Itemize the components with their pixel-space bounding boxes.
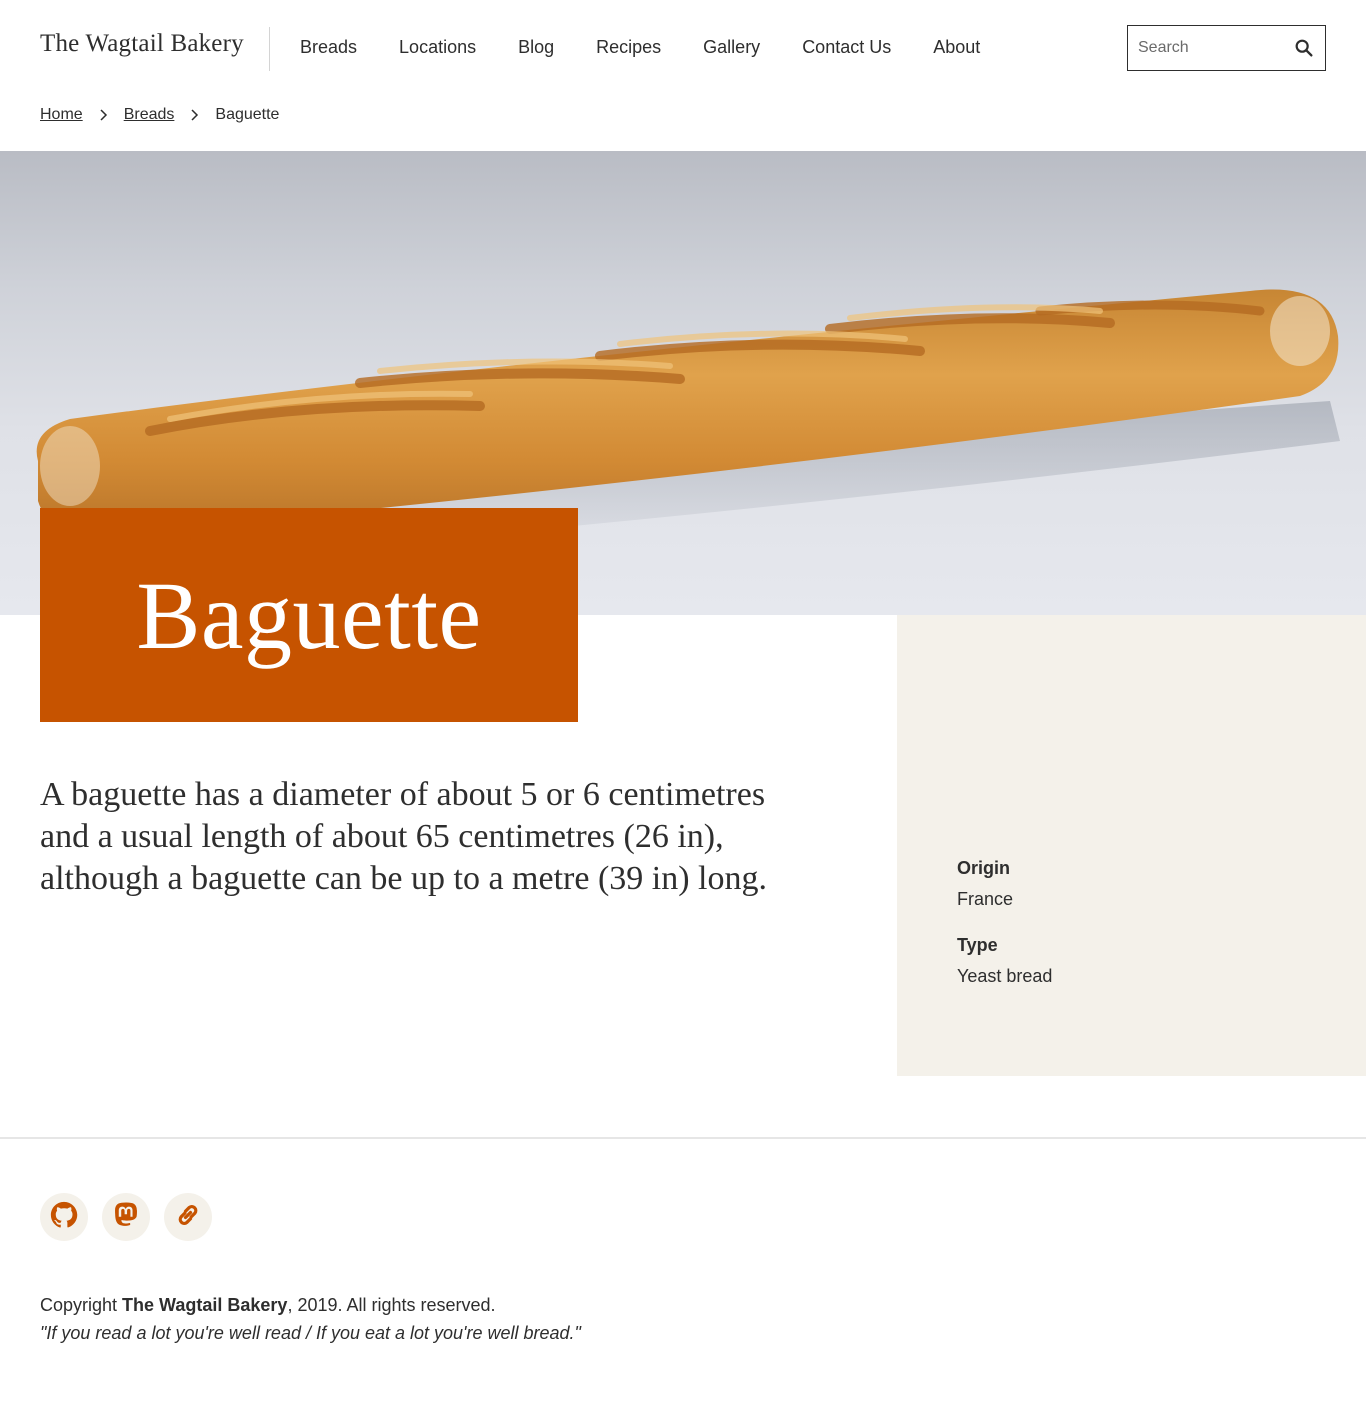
main-nav: Breads Locations Blog Recipes Gallery Co…	[300, 37, 1022, 58]
breadcrumb: Home Breads Baguette	[40, 106, 279, 124]
page-title: Baguette	[136, 561, 482, 669]
type-value: Yeast bread	[957, 966, 1053, 986]
github-icon	[49, 1200, 79, 1235]
bread-details-panel: Origin France Type Yeast bread	[897, 615, 1366, 1076]
breadcrumb-breads-link[interactable]: Breads	[124, 106, 175, 124]
chevron-right-icon	[96, 108, 110, 122]
nav-item-contact: Contact Us	[802, 37, 891, 58]
intro-text: A baguette has a diameter of about 5 or …	[40, 776, 767, 897]
footer-tagline: "If you read a lot you're well read / If…	[40, 1323, 581, 1343]
nav-link-locations[interactable]: Locations	[399, 37, 476, 57]
mastodon-link[interactable]	[102, 1193, 150, 1241]
breadcrumb-current: Baguette	[215, 106, 280, 123]
chevron-right-icon	[187, 108, 201, 122]
nav-link-recipes[interactable]: Recipes	[596, 37, 661, 57]
github-link[interactable]	[40, 1193, 88, 1241]
nav-item-about: About	[933, 37, 980, 58]
site-header: The Wagtail Bakery Breads Locations Blog…	[0, 0, 1366, 96]
website-link[interactable]	[164, 1193, 212, 1241]
copyright-owner: The Wagtail Bakery	[122, 1295, 288, 1315]
nav-item-locations: Locations	[399, 37, 476, 58]
site-logo-link[interactable]: The Wagtail Bakery	[40, 30, 244, 58]
copyright-text: Copyright The Wagtail Bakery, 2019. All …	[40, 1295, 496, 1316]
nav-item-recipes: Recipes	[596, 37, 661, 58]
search-icon[interactable]	[1293, 37, 1315, 59]
nav-item-gallery: Gallery	[703, 37, 760, 58]
bread-details-list: Origin France Type Yeast bread	[957, 858, 1052, 1012]
search-input[interactable]	[1128, 26, 1288, 70]
origin-label: Origin	[957, 858, 1010, 878]
link-icon	[173, 1200, 203, 1235]
nav-link-breads[interactable]: Breads	[300, 37, 357, 57]
type-label: Type	[957, 935, 998, 955]
nav-link-about[interactable]: About	[933, 37, 980, 57]
nav-item-breads: Breads	[300, 37, 357, 58]
nav-item-blog: Blog	[518, 37, 554, 58]
copyright-suffix: , 2019. All rights reserved.	[287, 1295, 496, 1315]
search-form	[1127, 25, 1326, 71]
mastodon-icon	[112, 1201, 140, 1234]
breadcrumb-home-link[interactable]: Home	[40, 106, 83, 124]
social-links	[40, 1193, 226, 1241]
nav-link-blog[interactable]: Blog	[518, 37, 554, 57]
page-title-box: Baguette	[40, 508, 578, 722]
origin-value: France	[957, 889, 1014, 909]
footer-divider	[0, 1137, 1366, 1139]
copyright-prefix: Copyright	[40, 1295, 123, 1315]
nav-link-gallery[interactable]: Gallery	[703, 37, 760, 57]
nav-link-contact-us[interactable]: Contact Us	[802, 37, 891, 57]
brand-divider	[269, 27, 270, 71]
